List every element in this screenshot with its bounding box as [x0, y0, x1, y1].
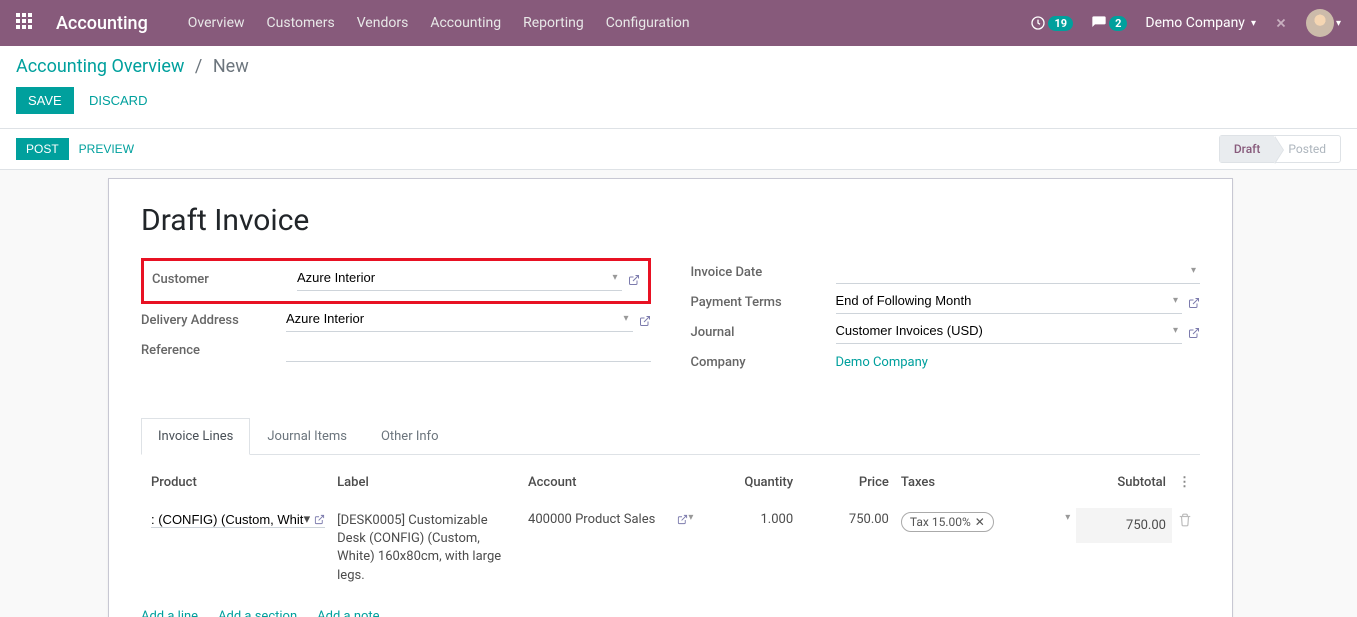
breadcrumb: Accounting Overview / New	[16, 56, 1341, 77]
tab-invoice-lines[interactable]: Invoice Lines	[141, 418, 250, 455]
debug-icon[interactable]	[1274, 16, 1288, 30]
payment-terms-input[interactable]	[836, 293, 1169, 308]
menu-customers[interactable]: Customers	[267, 15, 335, 31]
menu-vendors[interactable]: Vendors	[357, 15, 409, 31]
caret-down-icon[interactable]: ▾	[612, 272, 617, 283]
caret-down-icon[interactable]: ▾	[1173, 295, 1178, 306]
col-subtotal: Subtotal	[1076, 471, 1172, 494]
menu-configuration[interactable]: Configuration	[606, 15, 690, 31]
caret-down-icon[interactable]: ▾	[1173, 325, 1178, 336]
caret-down-icon[interactable]: ▾	[304, 512, 311, 527]
delivery-label: Delivery Address	[141, 313, 286, 328]
line-account[interactable]: 400000 Product Sales ▾	[522, 508, 703, 531]
payment-terms-field[interactable]: ▾	[836, 290, 1183, 314]
invoice-date-input[interactable]	[836, 263, 1187, 278]
breadcrumb-current: New	[213, 56, 249, 77]
line-price[interactable]: 750.00	[799, 508, 895, 531]
customer-label: Customer	[152, 272, 297, 287]
messages-icon[interactable]: 2	[1091, 15, 1127, 31]
reference-input[interactable]	[286, 341, 651, 356]
journal-label: Journal	[691, 325, 836, 340]
tax-tag[interactable]: Tax 15.00% ✕	[901, 512, 994, 532]
caret-down-icon: ▾	[1251, 18, 1256, 29]
activities-badge: 19	[1048, 16, 1073, 31]
external-link-icon[interactable]	[628, 272, 640, 286]
caret-down-icon[interactable]: ▾	[1065, 512, 1070, 523]
add-links: Add a line Add a section Add a note	[141, 609, 1200, 617]
main-navbar: Accounting Overview Customers Vendors Ac…	[0, 0, 1357, 46]
reference-field[interactable]	[286, 338, 651, 362]
col-label: Label	[331, 471, 522, 494]
user-menu[interactable]: ▾	[1306, 9, 1341, 37]
external-link-icon[interactable]	[639, 313, 651, 327]
menu-overview[interactable]: Overview	[188, 15, 245, 31]
col-account: Account	[522, 471, 703, 494]
customer-input[interactable]	[297, 270, 608, 285]
payment-terms-label: Payment Terms	[691, 295, 836, 310]
company-label: Company	[691, 355, 836, 370]
product-field[interactable]: ▾	[151, 512, 325, 528]
activities-icon[interactable]: 19	[1030, 15, 1073, 31]
apps-icon[interactable]	[16, 13, 36, 33]
line-quantity[interactable]: 1.000	[703, 508, 799, 531]
preview-button[interactable]: Preview	[69, 138, 144, 160]
external-link-icon[interactable]	[1188, 295, 1200, 309]
external-link-icon[interactable]	[677, 512, 688, 527]
add-note-link[interactable]: Add a note	[317, 609, 379, 617]
status-bar: Post Preview Draft Posted	[0, 129, 1357, 170]
tab-journal-items[interactable]: Journal Items	[250, 418, 364, 454]
status-steps: Draft Posted	[1219, 135, 1341, 163]
remove-tax-icon[interactable]: ✕	[975, 515, 985, 529]
menu-accounting[interactable]: Accounting	[430, 15, 501, 31]
avatar	[1306, 9, 1334, 37]
line-label[interactable]: [DESK0005] Customizable Desk (CONFIG) (C…	[331, 508, 522, 589]
col-quantity: Quantity	[703, 471, 799, 494]
tab-nav: Invoice Lines Journal Items Other Info	[141, 418, 1200, 455]
add-line-link[interactable]: Add a line	[141, 609, 198, 617]
invoice-date-label: Invoice Date	[691, 265, 836, 280]
external-link-icon[interactable]	[314, 512, 325, 527]
customer-field[interactable]: ▾	[297, 267, 622, 291]
caret-down-icon: ▾	[1336, 18, 1341, 29]
line-subtotal: 750.00	[1076, 508, 1172, 543]
page-title: Draft Invoice	[141, 203, 1200, 238]
delivery-input[interactable]	[286, 311, 619, 326]
product-input[interactable]	[151, 512, 304, 527]
control-panel: Accounting Overview / New Save Discard	[0, 46, 1357, 129]
app-brand[interactable]: Accounting	[56, 13, 148, 34]
messages-badge: 2	[1109, 16, 1127, 31]
table-options-icon[interactable]: ⋮	[1172, 471, 1196, 494]
col-taxes: Taxes	[895, 471, 1076, 494]
table-row: ▾ [DESK0005] Customizable Desk (CONFIG) …	[141, 502, 1200, 595]
form-sheet: Draft Invoice Customer ▾	[108, 178, 1233, 617]
breadcrumb-root[interactable]: Accounting Overview	[16, 56, 184, 77]
company-link[interactable]: Demo Company	[836, 355, 928, 370]
top-menu: Overview Customers Vendors Accounting Re…	[188, 15, 690, 31]
external-link-icon[interactable]	[1188, 325, 1200, 339]
discard-button[interactable]: Discard	[77, 87, 160, 114]
menu-reporting[interactable]: Reporting	[523, 15, 584, 31]
customer-highlight: Customer ▾	[141, 258, 651, 304]
journal-input[interactable]	[836, 323, 1169, 338]
line-taxes[interactable]: Tax 15.00% ✕ ▾	[895, 508, 1076, 536]
add-section-link[interactable]: Add a section	[218, 609, 297, 617]
post-button[interactable]: Post	[16, 138, 69, 160]
invoice-date-field[interactable]: ▾	[836, 260, 1201, 284]
save-button[interactable]: Save	[16, 87, 74, 114]
col-product: Product	[145, 471, 331, 494]
delete-line-icon[interactable]	[1172, 508, 1196, 531]
status-draft[interactable]: Draft	[1220, 136, 1275, 162]
caret-down-icon[interactable]: ▾	[1191, 265, 1196, 276]
form-view-scroll[interactable]: Draft Invoice Customer ▾	[0, 170, 1341, 617]
company-switcher[interactable]: Demo Company ▾	[1145, 15, 1256, 31]
journal-field[interactable]: ▾	[836, 320, 1183, 344]
caret-down-icon[interactable]: ▾	[623, 313, 628, 324]
reference-label: Reference	[141, 343, 286, 358]
lines-table: Product Label Account Quantity Price Tax…	[141, 463, 1200, 617]
tab-other-info[interactable]: Other Info	[364, 418, 456, 454]
caret-down-icon[interactable]: ▾	[688, 512, 693, 523]
delivery-field[interactable]: ▾	[286, 308, 633, 332]
table-header: Product Label Account Quantity Price Tax…	[141, 463, 1200, 502]
col-price: Price	[799, 471, 895, 494]
